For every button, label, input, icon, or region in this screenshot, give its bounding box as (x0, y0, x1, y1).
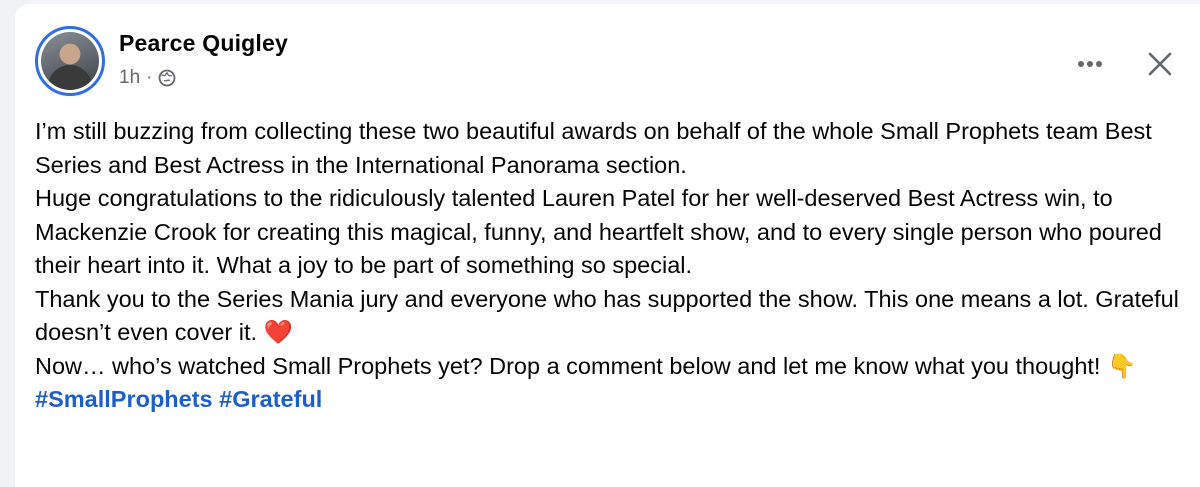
hashtag-link[interactable]: #Grateful (219, 386, 322, 412)
close-icon (1148, 52, 1172, 76)
meta-separator: · (146, 67, 153, 88)
hashtag-link[interactable]: #SmallProphets (35, 386, 213, 412)
avatar[interactable] (35, 26, 105, 96)
author-name[interactable]: Pearce Quigley (119, 30, 288, 57)
globe-icon[interactable] (158, 69, 176, 87)
post-actions (1070, 44, 1180, 84)
heart-emoji: ❤️ (263, 319, 293, 345)
post-paragraph: Now… who’s watched Small Prophets yet? D… (35, 350, 1185, 384)
post-paragraph: I’m still buzzing from collecting these … (35, 118, 1152, 178)
post-paragraph-text: Thank you to the Series Mania jury and e… (35, 285, 1179, 346)
close-button[interactable] (1140, 44, 1180, 84)
more-icon (1078, 61, 1102, 67)
post-paragraph: Thank you to the Series Mania jury and e… (35, 283, 1185, 350)
post-time[interactable]: 1h (119, 67, 140, 89)
hashtags: #SmallProphets #Grateful (35, 383, 1185, 417)
more-button[interactable] (1070, 44, 1110, 84)
post-paragraph: Huge congratulations to the ridiculously… (35, 185, 1162, 278)
pointing-down-emoji: 👇 (1106, 352, 1137, 379)
post-body: I’m still buzzing from collecting these … (35, 115, 1185, 417)
post-paragraph-text: Now… who’s watched Small Prophets yet? D… (35, 352, 1101, 379)
post-header: Pearce Quigley 1h · (35, 26, 1200, 106)
post-meta: 1h · (119, 67, 176, 89)
avatar-image (41, 32, 99, 90)
post-card: Pearce Quigley 1h · I’m still buzzing fr… (15, 4, 1200, 487)
